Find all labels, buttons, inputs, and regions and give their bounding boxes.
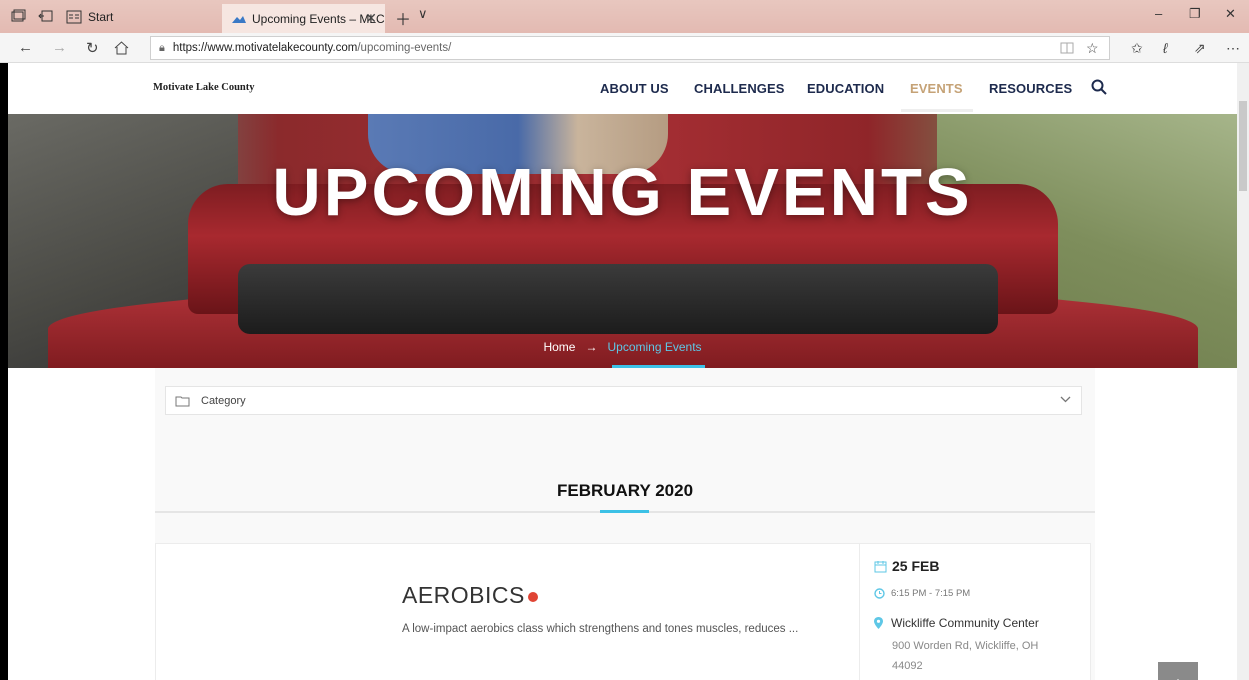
tab-list-chevron-icon[interactable]: ∨	[418, 6, 428, 22]
scroll-to-top-button[interactable]	[1158, 662, 1198, 680]
start-page-icon	[66, 10, 82, 24]
site-favicon-icon	[232, 15, 246, 23]
reading-view-icon[interactable]	[1060, 42, 1074, 54]
url-input[interactable]: 🔒︎ https://www.motivatelakecounty.com/up…	[150, 36, 1110, 60]
tab-upcoming-events[interactable]: Upcoming Events – MLC ✕	[222, 4, 385, 33]
set-tabs-aside-icon[interactable]	[38, 8, 54, 24]
nav-challenges[interactable]: CHALLENGES	[694, 81, 785, 96]
event-card[interactable]: AEROBICS A low-impact aerobics class whi…	[155, 543, 1091, 680]
refresh-icon[interactable]: ↻	[86, 39, 99, 57]
search-icon[interactable]	[1091, 79, 1107, 95]
chevron-down-icon	[1060, 396, 1071, 403]
scrollbar-thumb[interactable]	[1239, 101, 1247, 191]
breadcrumb-home[interactable]: Home	[543, 340, 575, 354]
close-tab-icon[interactable]: ✕	[365, 10, 377, 27]
hero-banner: UPCOMING EVENTS Home → Upcoming Events	[8, 114, 1237, 368]
event-venue: Wickliffe Community Center	[874, 616, 1039, 630]
event-title[interactable]: AEROBICS	[402, 582, 538, 609]
event-title-text: AEROBICS	[402, 582, 525, 608]
back-arrow-icon[interactable]: ←	[18, 39, 33, 56]
url-path: /upcoming-events/	[357, 42, 452, 54]
page-scrollbar[interactable]	[1237, 63, 1249, 680]
page-title: UPCOMING EVENTS	[272, 155, 973, 230]
tab-start-label: Start	[88, 10, 114, 24]
category-select[interactable]: Category	[165, 386, 1082, 415]
clock-icon	[874, 588, 885, 599]
breadcrumb: Home → Upcoming Events	[8, 340, 1237, 354]
more-options-icon[interactable]: ⋯	[1226, 40, 1240, 57]
nav-education[interactable]: EDUCATION	[807, 81, 884, 96]
window-close-icon[interactable]: ✕	[1225, 6, 1236, 22]
pen-notes-icon[interactable]: ℓ	[1163, 40, 1168, 56]
browser-tab-bar: Start Upcoming Events – MLC ✕ ＋ ∨ – ❐ ✕	[0, 0, 1249, 33]
site-logo[interactable]: Motivate Lake County	[153, 82, 255, 93]
site-header: Motivate Lake County ABOUT US CHALLENGES…	[8, 63, 1237, 114]
event-address: 900 Worden Rd, Wickliffe, OH 44092	[892, 640, 1039, 672]
breadcrumb-arrow-icon: →	[585, 340, 598, 354]
lock-icon: 🔒︎	[159, 41, 165, 54]
web-page: Motivate Lake County ABOUT US CHALLENGES…	[0, 63, 1249, 680]
event-date: 25 FEB	[874, 558, 939, 574]
forward-arrow-icon[interactable]: →	[52, 39, 67, 56]
restore-icon[interactable]: ❐	[1189, 6, 1201, 22]
minimize-icon[interactable]: –	[1155, 6, 1162, 21]
category-placeholder: Category	[201, 394, 246, 407]
map-pin-icon	[874, 617, 883, 629]
event-date-text: 25 FEB	[892, 558, 940, 574]
event-time-text: 6:15 PM - 7:15 PM	[891, 588, 971, 599]
home-icon[interactable]	[114, 41, 129, 55]
browser-address-bar: ← → ↻ 🔒︎ https://www.motivatelakecounty.…	[0, 33, 1249, 63]
event-description: A low-impact aerobics class which streng…	[402, 623, 799, 635]
month-heading: FEBRUARY 2020	[556, 481, 694, 500]
month-underline	[600, 510, 649, 513]
nav-resources[interactable]: RESOURCES	[989, 81, 1072, 96]
event-side-divider	[859, 544, 860, 680]
share-icon[interactable]: ⇗	[1194, 40, 1206, 57]
breadcrumb-current: Upcoming Events	[607, 340, 702, 354]
hero-car-top	[238, 264, 998, 334]
nav-active-indicator	[901, 109, 973, 112]
events-content: Category FEBRUARY 2020 AEROBICS A low-im…	[155, 368, 1095, 680]
nav-about-us[interactable]: ABOUT US	[600, 81, 669, 96]
tab-preview-icon[interactable]	[10, 8, 26, 24]
new-tab-icon[interactable]: ＋	[395, 6, 411, 30]
event-time: 6:15 PM - 7:15 PM	[874, 588, 970, 599]
url-host: https://www.motivatelakecounty.com	[172, 42, 358, 54]
tab-start[interactable]: Start	[66, 6, 113, 28]
calendar-icon	[874, 560, 887, 572]
event-category-dot	[527, 591, 538, 602]
event-venue-text: Wickliffe Community Center	[891, 616, 1039, 630]
left-edge	[0, 63, 8, 680]
favorites-list-icon[interactable]: ✩	[1131, 40, 1143, 57]
nav-events[interactable]: EVENTS	[910, 81, 963, 96]
favorite-star-icon[interactable]: ☆	[1086, 40, 1099, 57]
folder-icon	[175, 396, 190, 406]
